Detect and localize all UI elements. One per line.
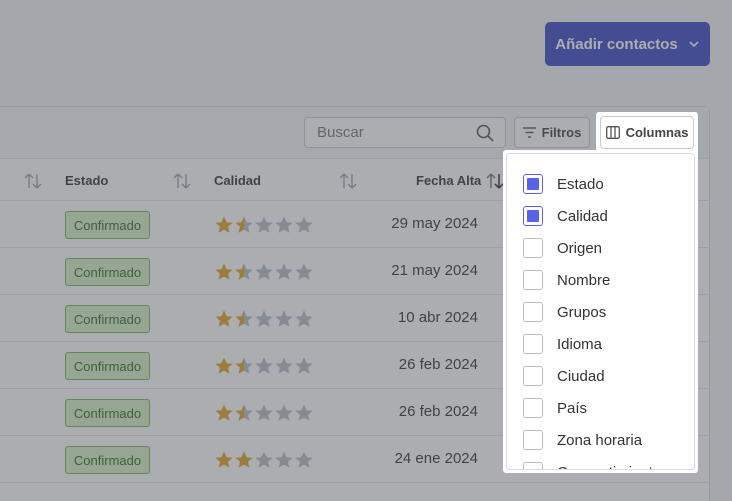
- contacts-page: Añadir contactos Filtros: [0, 0, 732, 501]
- column-checkbox[interactable]: [523, 430, 543, 450]
- columns-icon: [605, 126, 620, 139]
- column-option[interactable]: Ciudad: [507, 360, 694, 392]
- column-option[interactable]: Nombre: [507, 264, 694, 296]
- column-option[interactable]: Estado: [507, 168, 694, 200]
- column-option-label: Estado: [557, 175, 604, 193]
- column-option-label: Nombre: [557, 271, 611, 289]
- column-checkbox[interactable]: [523, 270, 543, 290]
- column-option[interactable]: Zona horaria: [507, 424, 694, 456]
- column-option-label: Consentimiento: [557, 464, 661, 470]
- column-option-label: Origen: [557, 239, 603, 257]
- column-option[interactable]: Grupos: [507, 296, 694, 328]
- columns-label: Columnas: [625, 125, 689, 140]
- column-option-label: Ciudad: [557, 367, 605, 385]
- columns-menu: Estado Calidad Origen Nombre Grupos Idioma Ciu…: [506, 153, 695, 470]
- column-option-label: Idioma: [557, 335, 603, 353]
- columns-button[interactable]: Columnas: [596, 112, 698, 154]
- column-option[interactable]: Idioma: [507, 328, 694, 360]
- column-option-label: Grupos: [557, 303, 607, 321]
- column-checkbox[interactable]: [523, 206, 543, 226]
- columns-dropdown: Estado Calidad Origen Nombre Grupos Idioma Ciu…: [503, 150, 698, 473]
- column-option[interactable]: Calidad: [507, 200, 694, 232]
- column-checkbox[interactable]: [523, 174, 543, 194]
- columns-button-frame: Columnas: [600, 116, 694, 149]
- column-checkbox[interactable]: [523, 366, 543, 386]
- column-option[interactable]: Origen: [507, 232, 694, 264]
- column-option[interactable]: País: [507, 392, 694, 424]
- column-checkbox[interactable]: [523, 302, 543, 322]
- column-checkbox[interactable]: [523, 398, 543, 418]
- column-option-label: País: [557, 399, 588, 417]
- column-option-label: Calidad: [557, 207, 608, 225]
- column-option[interactable]: Consentimiento: [507, 456, 694, 470]
- column-checkbox[interactable]: [523, 334, 543, 354]
- column-checkbox[interactable]: [523, 238, 543, 258]
- column-checkbox[interactable]: [523, 462, 543, 469]
- column-option-label: Zona horaria: [557, 431, 643, 449]
